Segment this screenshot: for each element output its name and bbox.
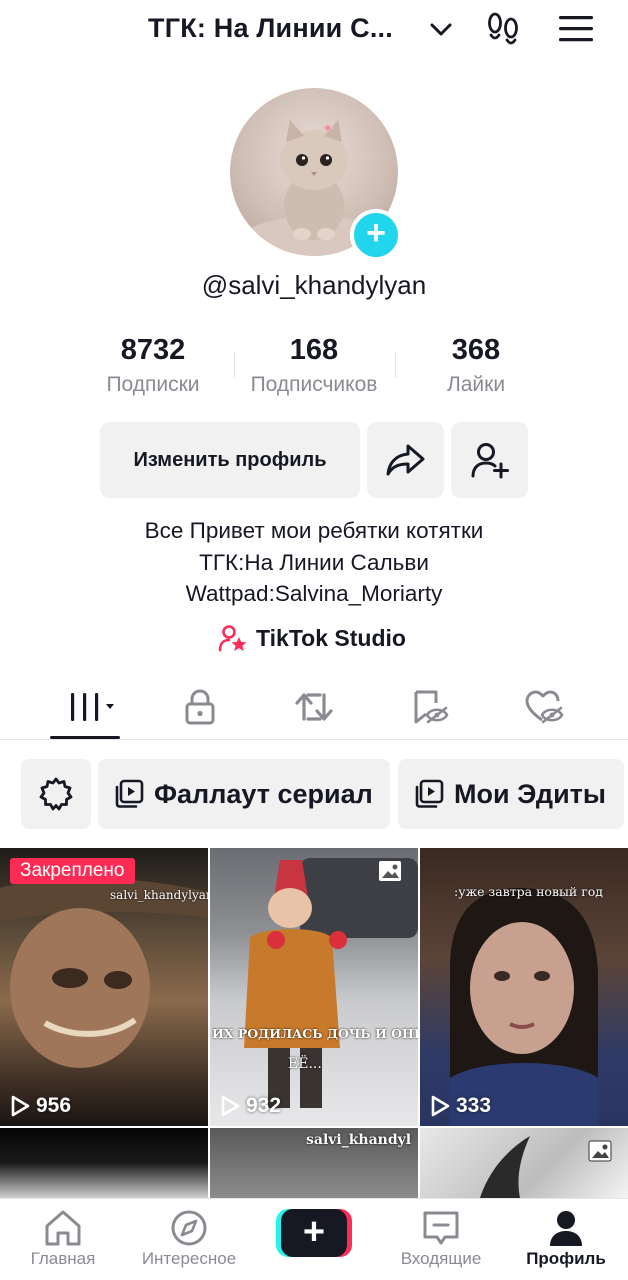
playlist-settings-button[interactable] (21, 759, 91, 829)
stat-followers[interactable]: 168 Подписчиков (238, 332, 390, 397)
active-tab-indicator (50, 736, 120, 739)
compass-icon (171, 1210, 207, 1246)
nav-home-label: Главная (30, 1249, 96, 1268)
playlist-chip-label: Мои Эдиты (454, 778, 606, 809)
gear-icon (39, 777, 73, 811)
bio-line: Wattpad:Salvina_Moriarty (185, 581, 443, 606)
nav-inbox[interactable]: Входящие (386, 1207, 496, 1269)
add-story-plus-button[interactable]: + (350, 209, 402, 261)
nav-explore-label: Интересное (141, 1249, 237, 1268)
bookmark-hidden-icon (414, 690, 449, 724)
video-thumbnail[interactable] (0, 1128, 208, 1198)
tab-private[interactable] (170, 684, 230, 730)
view-count: 333 (430, 1094, 491, 1118)
chevron-down-icon[interactable] (428, 16, 454, 42)
tab-videos[interactable] (58, 684, 120, 730)
share-arrow-icon (386, 444, 424, 476)
view-count-value: 956 (36, 1094, 72, 1117)
stat-likes-value: 368 (451, 334, 501, 366)
bio-line: ТГК:На Линии Сальви (199, 549, 429, 575)
thumbnail-image (244, 858, 418, 1108)
photo-icon (379, 861, 401, 881)
username: @salvi_khandylyan (201, 270, 427, 300)
bottom-navigation: Главная Интересное + Входящие Профиль (0, 1198, 628, 1280)
stat-likes[interactable]: 368 Лайки (428, 332, 524, 397)
edit-profile-button[interactable]: Изменить профиль (100, 422, 360, 498)
nav-explore[interactable]: Интересное (134, 1207, 244, 1269)
photo-icon (588, 1140, 612, 1162)
view-count-value: 932 (246, 1094, 282, 1117)
caption-overlay: ЕЁ... (288, 1056, 322, 1072)
video-thumbnail[interactable]: :уже завтра новый год 333 (420, 848, 628, 1126)
profile-icon (550, 1211, 582, 1246)
stat-likes-label: Лайки (446, 373, 506, 396)
heart-hidden-icon (525, 690, 564, 724)
stat-followers-label: Подписчиков (250, 373, 378, 396)
stat-following-value: 8732 (120, 334, 186, 366)
bio-line: Все Привет мои ребятки котятки (144, 518, 484, 543)
video-grid: Закреплено salvi_khandylyan 956 ИХ РОДИЛ… (0, 848, 628, 1198)
play-icon (11, 1095, 30, 1117)
video-thumbnail[interactable]: Закреплено salvi_khandylyan 956 (0, 848, 208, 1126)
share-profile-button[interactable] (367, 422, 444, 498)
stat-divider (234, 352, 235, 378)
hamburger-menu-icon[interactable] (558, 14, 594, 44)
nav-profile-label: Профиль (526, 1249, 606, 1268)
view-count-value: 333 (456, 1094, 492, 1117)
watermark-text: salvi_khandylyan (110, 888, 208, 902)
create-plus-icon: + (281, 1209, 347, 1257)
nav-inbox-label: Входящие (400, 1249, 482, 1268)
watermark-text: salvi_khandyl (306, 1132, 412, 1148)
nav-profile[interactable]: Профиль (511, 1207, 621, 1269)
pinned-badge: Закреплено (10, 858, 135, 884)
create-button[interactable]: + (276, 1209, 352, 1257)
view-count: 956 (10, 1094, 71, 1118)
top-bar: ТГК: На Линии С... (0, 0, 628, 62)
stat-following[interactable]: 8732 Подписки (92, 332, 214, 397)
studio-link-label: TikTok Studio (256, 624, 406, 651)
video-thumbnail[interactable] (420, 1128, 628, 1198)
caption-overlay: ИХ РОДИЛАСЬ ДОЧЬ И ОНИ НАЗВАЛИ (212, 1026, 418, 1041)
content-tabs (0, 682, 628, 740)
stat-following-label: Подписки (106, 373, 200, 396)
stat-divider (395, 352, 396, 378)
video-thumbnail[interactable]: ИХ РОДИЛАСЬ ДОЧЬ И ОНИ НАЗВАЛИ ЕЁ... 932 (210, 848, 418, 1126)
video-thumbnail[interactable]: salvi_khandyl (210, 1128, 418, 1198)
view-count: 932 (220, 1094, 281, 1118)
add-person-icon (471, 443, 509, 479)
caption-overlay: :уже завтра новый год (454, 884, 604, 899)
lock-icon (185, 689, 215, 725)
repost-icon (295, 693, 333, 721)
playlist-chip-label: Фаллаут сериал (154, 778, 373, 809)
inbox-icon (423, 1211, 459, 1245)
playlist-icon (415, 779, 444, 808)
add-friends-button[interactable] (451, 422, 528, 498)
home-icon (45, 1210, 81, 1246)
playlist-icon (115, 779, 144, 808)
nav-home[interactable]: Главная (8, 1207, 118, 1269)
playlist-chip[interactable]: Фаллаут сериал (98, 759, 390, 829)
studio-person-star-icon (218, 625, 247, 652)
play-icon (221, 1095, 240, 1117)
stat-followers-value: 168 (289, 334, 339, 366)
tab-favorites[interactable] (400, 684, 460, 730)
grid-videos-icon (71, 693, 114, 721)
play-icon (431, 1095, 450, 1117)
account-switcher-title[interactable]: ТГК: На Линии С... (148, 13, 393, 44)
tab-reposts[interactable] (284, 684, 344, 730)
playlist-chip[interactable]: Мои Эдиты (398, 759, 624, 829)
tiktok-studio-link[interactable]: TikTok Studio (218, 622, 406, 654)
tab-liked[interactable] (514, 684, 574, 730)
footprints-icon[interactable] (484, 10, 522, 48)
profile-bio: Все Привет мои ребятки котятки ТГК:На Ли… (0, 515, 628, 610)
